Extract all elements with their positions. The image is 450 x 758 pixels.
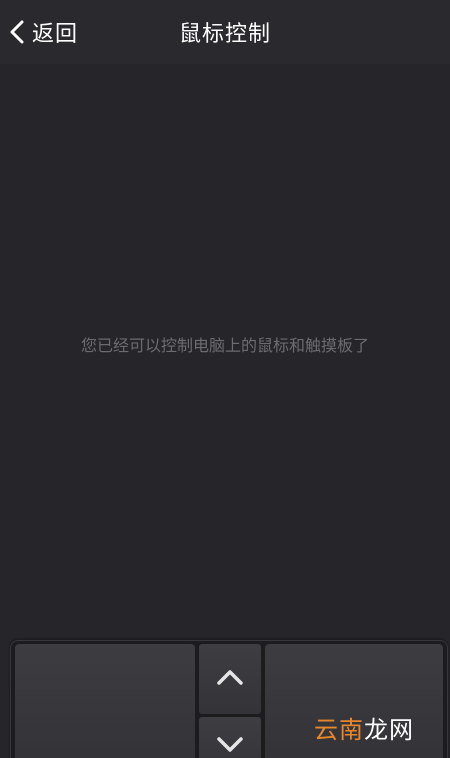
watermark-part2: 龙网 [364, 716, 414, 744]
chevron-up-icon [215, 667, 245, 691]
touchpad-area[interactable]: 您已经可以控制电脑上的鼠标和触摸板了 [0, 64, 450, 640]
scroll-down-button[interactable] [199, 717, 261, 758]
mouse-control-screen: 返回 鼠标控制 您已经可以控制电脑上的鼠标和触摸板了 云南龙网 [0, 0, 450, 758]
scroll-up-button[interactable] [199, 644, 261, 714]
left-click-button[interactable] [15, 644, 195, 758]
page-title: 鼠标控制 [178, 22, 271, 47]
watermark-part1: 云南 [314, 716, 364, 744]
nav-bar: 返回 鼠标控制 [0, 0, 450, 64]
watermark-logo: 云南龙网 [314, 710, 414, 745]
touchpad-hint: 您已经可以控制电脑上的鼠标和触摸板了 [80, 336, 369, 355]
chevron-down-icon [215, 735, 245, 758]
